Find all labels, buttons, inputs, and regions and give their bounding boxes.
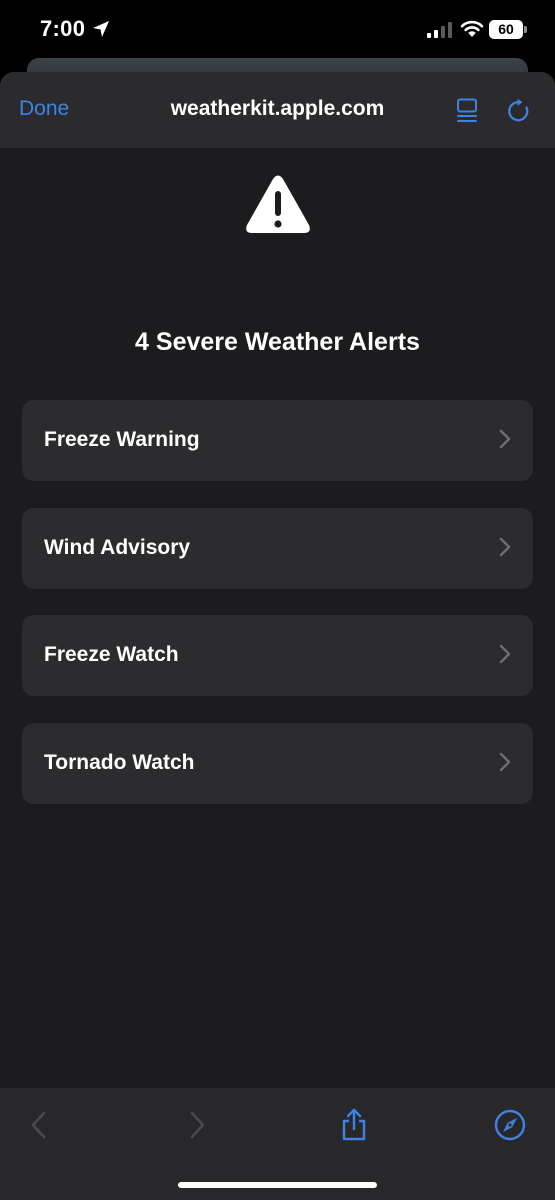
alert-label: Freeze Warning	[44, 428, 200, 451]
alert-label: Tornado Watch	[44, 751, 195, 774]
chevron-right-icon	[499, 752, 511, 772]
cellular-signal-icon	[427, 22, 452, 38]
compass-icon[interactable]	[493, 1108, 527, 1142]
home-indicator[interactable]	[178, 1182, 377, 1188]
status-time: 7:00	[40, 16, 86, 41]
phone-screen: 7:00 60 Done weatherkit.apple.com 4 Seve…	[0, 0, 555, 1200]
battery-level: 60	[498, 21, 514, 37]
wifi-icon	[460, 20, 484, 37]
forward-chevron-icon[interactable]	[180, 1108, 214, 1142]
battery-icon: 60	[489, 20, 527, 39]
warning-triangle-icon	[246, 175, 310, 233]
alert-label: Wind Advisory	[44, 536, 191, 559]
battery-tip	[524, 26, 527, 33]
chevron-right-icon	[499, 429, 511, 449]
alert-row-freeze-warning[interactable]: Freeze Warning	[22, 400, 533, 481]
alert-row-wind-advisory[interactable]: Wind Advisory	[22, 508, 533, 589]
chevron-right-icon	[499, 537, 511, 557]
location-arrow-icon	[93, 21, 109, 37]
safari-view-sheet: Done weatherkit.apple.com 4 Severe Weath…	[0, 72, 555, 1200]
alert-label: Freeze Watch	[44, 643, 179, 666]
chevron-right-icon	[499, 644, 511, 664]
alert-row-freeze-watch[interactable]: Freeze Watch	[22, 615, 533, 696]
status-bar: 7:00 60	[0, 0, 555, 62]
alert-row-tornado-watch[interactable]: Tornado Watch	[22, 723, 533, 804]
share-icon[interactable]	[337, 1108, 371, 1142]
alerts-heading: 4 Severe Weather Alerts	[135, 328, 420, 356]
back-chevron-icon[interactable]	[22, 1108, 56, 1142]
browser-nav-bar: Done weatherkit.apple.com	[0, 72, 555, 148]
reload-icon[interactable]	[506, 98, 532, 124]
reader-mode-icon[interactable]	[455, 98, 479, 124]
